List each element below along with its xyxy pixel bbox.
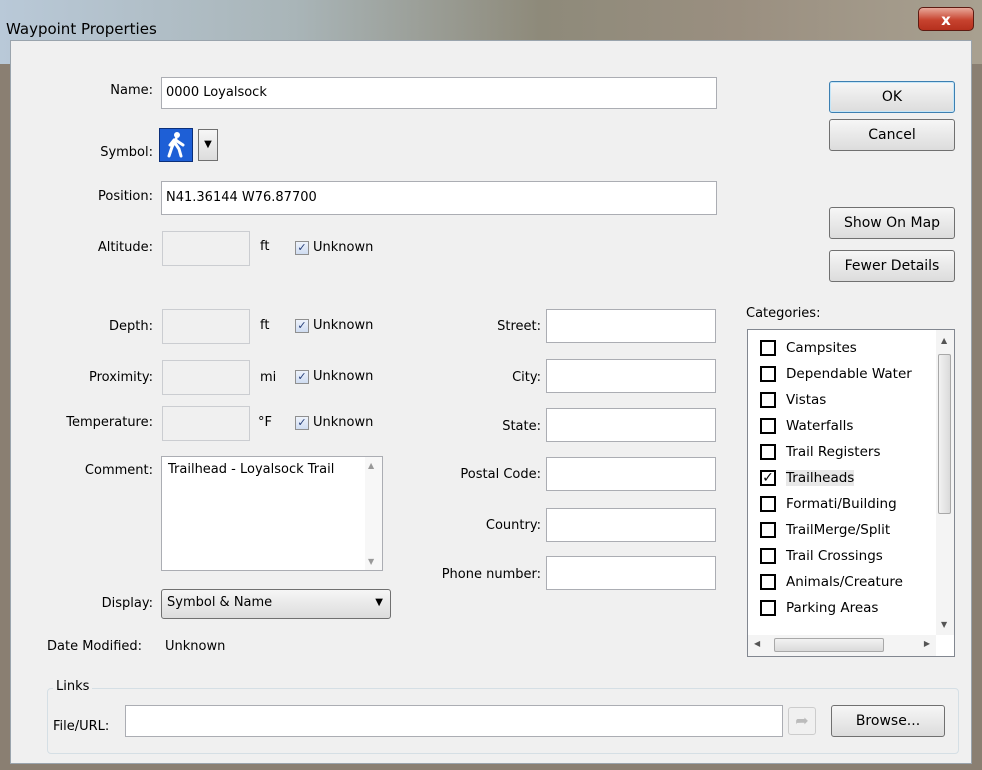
scroll-down-icon[interactable]: ▼	[941, 620, 947, 629]
category-checkbox[interactable]	[760, 548, 776, 564]
category-label: Animals/Creature	[786, 574, 903, 590]
depth-input[interactable]	[162, 309, 250, 344]
city-input[interactable]	[546, 359, 716, 393]
altitude-unknown-label: Unknown	[313, 240, 374, 255]
comment-text: Trailhead - Loyalsock Trail	[168, 462, 335, 477]
category-label: Trail Crossings	[786, 548, 883, 564]
proximity-unknown-label: Unknown	[313, 369, 374, 384]
category-label: Campsites	[786, 340, 857, 356]
category-checkbox[interactable]	[760, 366, 776, 382]
hiker-icon[interactable]	[159, 128, 193, 162]
fewer-details-button[interactable]: Fewer Details	[829, 250, 955, 282]
category-label: Trail Registers	[786, 444, 881, 460]
hscroll-thumb[interactable]	[774, 638, 884, 652]
depth-unknown-checkbox[interactable]: ✓	[295, 319, 309, 333]
name-input[interactable]: 0000 Loyalsock	[161, 77, 717, 109]
category-label: Trailheads	[786, 470, 855, 486]
categories-vscrollbar[interactable]: ▲ ▼	[936, 330, 954, 635]
category-checkbox[interactable]	[760, 600, 776, 616]
go-arrow-icon[interactable]: ➦	[788, 707, 816, 735]
depth-unit: ft	[260, 318, 270, 333]
temperature-unit: °F	[258, 415, 272, 430]
country-label: Country:	[485, 518, 541, 533]
category-label: Parking Areas	[786, 600, 879, 616]
phone-label: Phone number:	[441, 567, 541, 582]
category-checkbox[interactable]	[760, 340, 776, 356]
postal-code-input[interactable]	[546, 457, 716, 491]
category-checkbox[interactable]	[760, 574, 776, 590]
scroll-down-icon[interactable]: ▼	[368, 557, 374, 566]
show-on-map-button[interactable]: Show On Map	[829, 207, 955, 239]
scroll-left-icon[interactable]: ◀	[754, 639, 760, 648]
categories-list[interactable]: Campsites Dependable Water Vistas Waterfall…	[747, 329, 955, 657]
altitude-label: Altitude:	[97, 240, 153, 255]
comment-label: Comment:	[84, 463, 153, 478]
close-button[interactable]: x	[918, 7, 974, 31]
temperature-input[interactable]	[162, 406, 250, 441]
date-modified-value: Unknown	[165, 639, 226, 654]
links-group-label: Links	[53, 679, 93, 694]
window-title: Waypoint Properties	[6, 20, 157, 38]
street-label: Street:	[497, 319, 541, 334]
symbol-dropdown-icon[interactable]: ▼	[198, 129, 218, 161]
depth-unknown-label: Unknown	[313, 318, 374, 333]
categories-hscrollbar[interactable]: ◀ ▶	[748, 635, 936, 656]
city-label: City:	[512, 370, 541, 385]
proximity-input[interactable]	[162, 360, 250, 395]
file-url-label: File/URL:	[53, 719, 110, 734]
temperature-unknown-label: Unknown	[313, 415, 374, 430]
date-modified-label: Date Modified:	[47, 639, 143, 654]
browse-button[interactable]: Browse...	[831, 705, 945, 737]
symbol-label: Symbol:	[100, 145, 153, 160]
categories-label: Categories:	[746, 306, 821, 321]
scroll-thumb[interactable]	[938, 354, 951, 514]
state-label: State:	[502, 419, 541, 434]
category-checkbox[interactable]	[760, 418, 776, 434]
display-select[interactable]: Symbol & Name ▼	[161, 589, 391, 619]
chevron-down-icon: ▼	[375, 597, 383, 608]
category-checkbox[interactable]	[760, 496, 776, 512]
category-checkbox[interactable]: ✓	[760, 470, 776, 486]
country-input[interactable]	[546, 508, 716, 542]
scroll-up-icon[interactable]: ▲	[941, 336, 947, 345]
state-input[interactable]	[546, 408, 716, 442]
proximity-label: Proximity:	[88, 370, 153, 385]
category-checkbox[interactable]	[760, 392, 776, 408]
display-label: Display:	[101, 596, 153, 611]
file-url-input[interactable]	[125, 705, 783, 737]
position-label: Position:	[98, 189, 153, 204]
comment-textarea[interactable]: Trailhead - Loyalsock Trail ▲ ▼	[161, 456, 383, 571]
name-label: Name:	[110, 83, 153, 98]
temperature-unknown-checkbox[interactable]: ✓	[295, 416, 309, 430]
scroll-right-icon[interactable]: ▶	[924, 639, 930, 648]
postal-code-label: Postal Code:	[460, 467, 541, 482]
proximity-unknown-checkbox[interactable]: ✓	[295, 370, 309, 384]
category-label: Formati/Building	[786, 496, 897, 512]
scroll-up-icon[interactable]: ▲	[368, 461, 374, 470]
category-checkbox[interactable]	[760, 444, 776, 460]
altitude-unknown-checkbox[interactable]: ✓	[295, 241, 309, 255]
altitude-input[interactable]	[162, 231, 250, 266]
category-label: Waterfalls	[786, 418, 854, 434]
street-input[interactable]	[546, 309, 716, 343]
proximity-unit: mi	[260, 370, 277, 385]
altitude-unit: ft	[260, 239, 270, 254]
display-value: Symbol & Name	[167, 595, 273, 610]
phone-input[interactable]	[546, 556, 716, 590]
comment-scrollbar[interactable]: ▲ ▼	[365, 457, 382, 570]
category-checkbox[interactable]	[760, 522, 776, 538]
category-label: Vistas	[786, 392, 827, 408]
category-label: Dependable Water	[786, 366, 912, 382]
category-label: TrailMerge/Split	[786, 522, 891, 538]
cancel-button[interactable]: Cancel	[829, 119, 955, 151]
ok-button[interactable]: OK	[829, 81, 955, 113]
dialog-body: Name: 0000 Loyalsock Symbol: ▼ Position:…	[10, 40, 972, 764]
temperature-label: Temperature:	[66, 415, 153, 430]
depth-label: Depth:	[109, 319, 153, 334]
position-input[interactable]: N41.36144 W76.87700	[161, 181, 717, 215]
